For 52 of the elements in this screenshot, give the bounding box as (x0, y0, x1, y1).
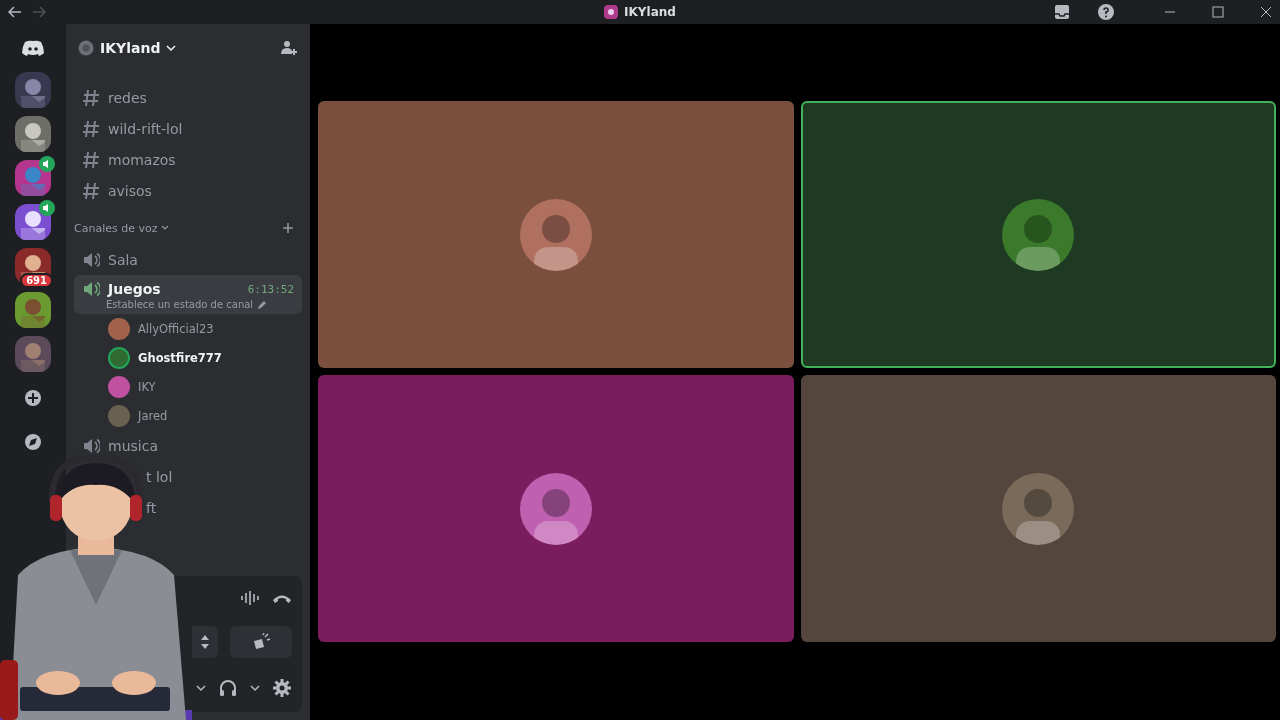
chevron-down-icon[interactable] (196, 684, 206, 692)
video-tile[interactable] (318, 101, 794, 368)
help-icon[interactable] (1098, 4, 1114, 20)
hash-icon (82, 180, 100, 201)
add-person-icon[interactable] (280, 40, 298, 56)
notification-badge: 691 (20, 273, 53, 288)
speaker-icon (82, 279, 100, 299)
voice-channel[interactable]: t lol (146, 468, 173, 485)
pencil-icon[interactable] (257, 299, 268, 310)
hash-icon (82, 118, 100, 139)
category-label[interactable]: Canales de voz (74, 221, 158, 235)
hash-icon (82, 87, 100, 108)
member-name[interactable]: IKY (138, 379, 156, 394)
text-channel[interactable]: avisos (74, 175, 302, 206)
user-avatar[interactable] (108, 346, 130, 369)
waveform-icon[interactable] (240, 590, 260, 606)
discord-logo-icon[interactable] (22, 40, 44, 56)
activity-button[interactable] (192, 626, 218, 658)
text-channel[interactable]: redes (74, 82, 302, 113)
server-icon (604, 5, 619, 19)
channel-status[interactable]: Establece un estado de canal (106, 299, 254, 310)
plus-icon[interactable] (282, 222, 294, 234)
server-name[interactable]: IKYland (100, 40, 161, 56)
soundboard-button[interactable] (230, 626, 292, 658)
close-icon[interactable] (1260, 6, 1272, 18)
headphones-icon[interactable] (218, 679, 238, 697)
server-icon (78, 40, 94, 56)
inbox-icon[interactable] (1054, 4, 1070, 20)
settings-icon[interactable] (272, 678, 292, 698)
member-name[interactable]: AllyOfficial23 (138, 321, 214, 336)
member-name[interactable]: Jared (138, 408, 168, 423)
user-avatar[interactable] (108, 317, 130, 340)
voice-channel[interactable]: musica (108, 437, 158, 454)
back-arrow-icon[interactable] (8, 6, 22, 18)
voice-channel[interactable]: Juegos 6:13:52 Establece un estado de canal (74, 275, 302, 314)
user-avatar[interactable] (108, 375, 130, 398)
chevron-down-icon[interactable] (250, 684, 260, 692)
video-tile[interactable] (318, 375, 794, 642)
voice-channel[interactable]: Sala (108, 251, 138, 268)
chevron-down-icon (161, 225, 170, 231)
soundboard-icon (251, 633, 271, 651)
maximize-icon[interactable] (1212, 6, 1224, 18)
hash-icon (82, 149, 100, 170)
window-title: IKYland (624, 5, 676, 19)
text-channel[interactable]: wild-rift-lol (74, 113, 302, 144)
video-tile[interactable] (800, 101, 1276, 368)
member-name[interactable]: Ghostfire777 (138, 350, 222, 365)
call-timer: 6:13:52 (247, 282, 294, 296)
video-tile[interactable] (800, 375, 1276, 642)
voice-channel[interactable]: ft (146, 499, 157, 516)
arrows-icon (199, 634, 211, 650)
text-channel[interactable]: momazos (74, 144, 302, 175)
